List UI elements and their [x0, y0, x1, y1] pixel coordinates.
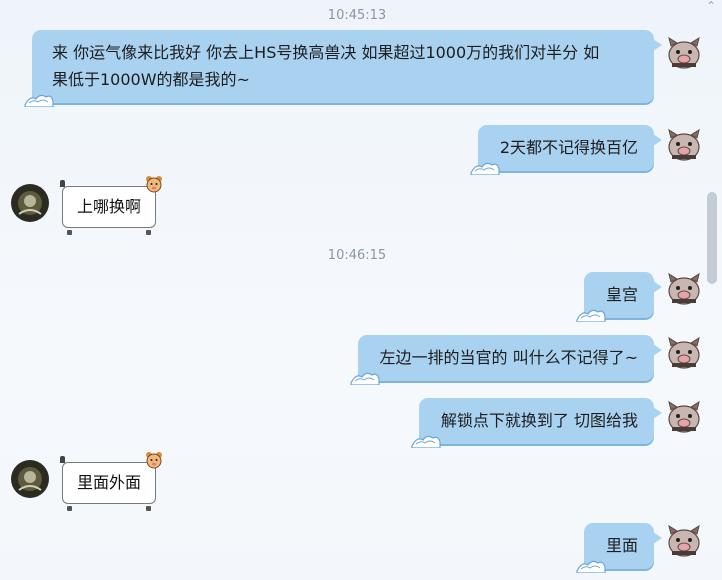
message-text: 左边一排的当官的 叫什么不记得了~ — [379, 348, 639, 367]
pig-avatar-icon[interactable] — [665, 34, 703, 72]
pig-avatar-icon[interactable] — [665, 398, 703, 436]
contact-avatar-icon[interactable] — [11, 460, 49, 498]
message-text: 2天都不记得换百亿 — [499, 138, 638, 157]
pig-avatar-icon[interactable] — [665, 522, 703, 560]
contact-avatar-icon[interactable] — [11, 184, 49, 222]
message-text-line: 来 你运气像来比我好 你去上HS号换高兽决 如果超过1000万的我们对半分 如 — [52, 43, 600, 62]
timestamp: 10:46:15 — [327, 248, 387, 263]
message-text: 里面 — [605, 536, 638, 555]
message-bubble-self[interactable]: 2天都不记得换百亿 — [470, 125, 662, 175]
wave-icon — [576, 309, 606, 322]
bear-face-icon — [146, 176, 163, 193]
pig-avatar-icon[interactable] — [665, 270, 703, 308]
message-bubble-self[interactable]: 皇宫 — [576, 272, 662, 322]
message-text: 解锁点下就换到了 切图给我 — [440, 411, 638, 430]
message-bubble-self[interactable]: 里面 — [576, 523, 662, 573]
message-bubble-self[interactable]: 来 你运气像来比我好 你去上HS号换高兽决 如果超过1000万的我们对半分 如 … — [24, 30, 662, 107]
message-bubble-other[interactable]: 上哪换啊 — [60, 176, 163, 235]
message-text: 皇宫 — [605, 285, 638, 304]
wave-icon — [576, 560, 606, 573]
bear-face-icon — [146, 452, 163, 469]
timestamp: 10:45:13 — [327, 8, 387, 23]
wave-icon — [411, 435, 441, 448]
wave-icon — [470, 162, 500, 175]
message-bubble-self[interactable]: 左边一排的当官的 叫什么不记得了~ — [349, 335, 662, 385]
message-text: 上哪换啊 — [77, 197, 142, 216]
message-text: 里面外面 — [77, 473, 142, 492]
pig-avatar-icon[interactable] — [665, 334, 703, 372]
message-bubble-self[interactable]: 解锁点下就换到了 切图给我 — [411, 398, 662, 448]
message-bubble-other[interactable]: 里面外面 — [60, 452, 163, 511]
wave-icon — [349, 372, 380, 385]
message-text-line: 果低于1000W的都是我的~ — [52, 70, 250, 89]
scrollbar-thumb[interactable] — [707, 192, 717, 284]
pig-avatar-icon[interactable] — [665, 126, 703, 164]
wave-icon — [24, 94, 54, 107]
